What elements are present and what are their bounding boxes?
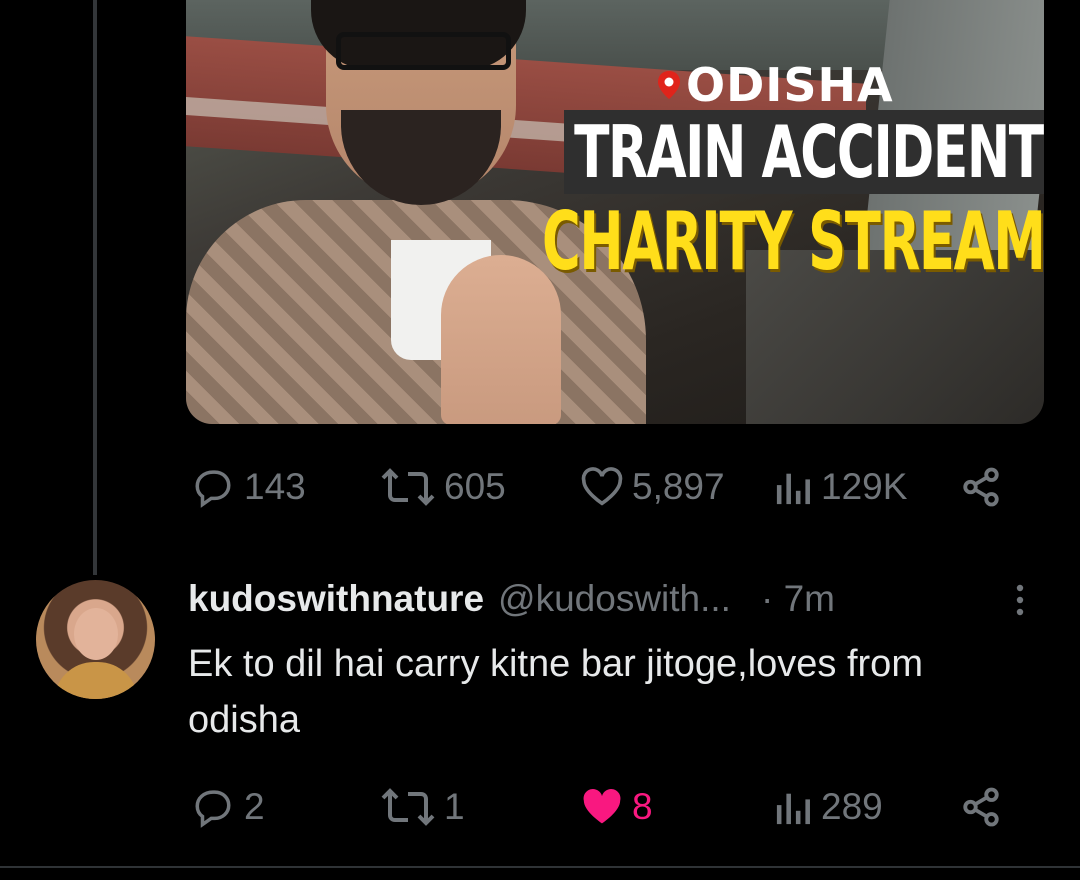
reply-icon <box>195 470 231 508</box>
headline-line-1: TRAIN ACCIDENT <box>564 110 1044 194</box>
views-icon <box>776 473 810 505</box>
more-icon[interactable] <box>1012 582 1028 618</box>
retweet-button[interactable]: 1 <box>380 786 465 828</box>
retweet-icon <box>381 788 435 826</box>
reply-text: Ek to dil hai carry kitne bar jitoge,lov… <box>188 643 923 741</box>
retweet-icon <box>381 468 435 506</box>
like-icon <box>583 788 621 824</box>
reply-button[interactable]: 143 <box>190 466 306 508</box>
reply-username[interactable]: kudoswithnature <box>188 578 484 620</box>
divider <box>0 866 1080 868</box>
headline-line-2: CHARITY STREAM <box>542 195 1044 288</box>
views-button[interactable]: 289 <box>775 786 883 828</box>
share-button[interactable] <box>960 786 1002 828</box>
views-button[interactable]: 129K <box>775 466 907 508</box>
like-button[interactable]: 8 <box>580 786 653 828</box>
tweet-action-bar: 143 605 5,897 129K <box>190 462 1010 512</box>
reply-timestamp[interactable]: · 7m <box>761 578 835 620</box>
share-button[interactable] <box>960 466 1002 508</box>
reply-icon <box>195 790 231 828</box>
like-button[interactable]: 5,897 <box>580 466 725 508</box>
tweet-media-image[interactable]: ODISHA TRAIN ACCIDENT CHARITY STREAM <box>186 0 1044 424</box>
share-icon <box>963 787 999 827</box>
thumbnail-headline: ODISHA TRAIN ACCIDENT CHARITY STREAM <box>186 0 1044 424</box>
thread-connector-line <box>93 0 97 575</box>
views-icon <box>776 793 810 825</box>
reply-action-bar: 2 1 8 289 <box>190 782 1010 832</box>
like-icon <box>581 467 623 506</box>
location-label: ODISHA <box>656 58 894 112</box>
reply-handle[interactable]: @kudoswith... <box>498 578 731 620</box>
retweet-button[interactable]: 605 <box>380 466 506 508</box>
reply-header: kudoswithnature @kudoswith... · 7m <box>188 578 835 620</box>
reply-button[interactable]: 2 <box>190 786 265 828</box>
location-pin-icon <box>658 71 680 99</box>
avatar[interactable] <box>36 580 155 699</box>
share-icon <box>963 467 999 507</box>
